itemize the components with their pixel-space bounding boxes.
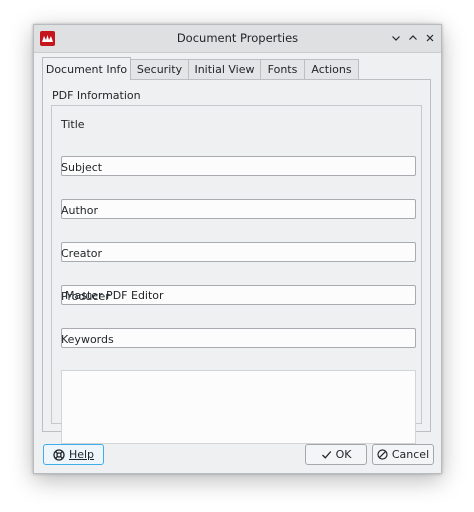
document-properties-dialog: Document Properties Document Info Securi…	[33, 24, 442, 474]
window-title: Document Properties	[176, 31, 299, 45]
keywords-label: Keywords	[61, 333, 114, 346]
cancel-button[interactable]: Cancel	[372, 444, 434, 465]
close-button[interactable]	[421, 29, 439, 47]
tab-label: Initial View	[194, 63, 255, 76]
title-field[interactable]	[61, 156, 416, 176]
subject-label: Subject	[61, 161, 103, 174]
chevron-down-icon	[392, 36, 400, 41]
cancel-icon	[377, 449, 388, 460]
tab-security[interactable]: Security	[130, 59, 189, 79]
producer-field[interactable]	[61, 328, 416, 348]
tab-label: Actions	[311, 63, 352, 76]
chevron-up-icon	[409, 35, 417, 40]
creator-label: Creator	[61, 247, 103, 260]
title-label: Title	[61, 118, 85, 131]
tab-fonts[interactable]: Fonts	[260, 59, 305, 79]
document-info-panel: PDF Information Title Subject Author Cre…	[42, 79, 431, 444]
minimize-button[interactable]	[387, 29, 405, 47]
keywords-textarea[interactable]	[61, 370, 416, 444]
author-label: Author	[61, 204, 99, 217]
maximize-button[interactable]	[404, 29, 422, 47]
tab-actions[interactable]: Actions	[304, 59, 359, 79]
cancel-label: Cancel	[391, 448, 430, 461]
close-icon	[426, 34, 434, 42]
group-title: PDF Information	[52, 89, 141, 102]
subject-field[interactable]	[61, 199, 416, 219]
creator-field[interactable]	[61, 285, 416, 305]
tab-label: Fonts	[267, 63, 298, 76]
help-label: Help	[68, 448, 95, 461]
producer-label: Producer	[61, 290, 110, 303]
help-button[interactable]: Help	[43, 444, 104, 465]
author-field[interactable]	[61, 242, 416, 262]
help-icon	[53, 448, 65, 461]
checkmark-icon	[321, 449, 332, 460]
tab-label: Security	[136, 63, 183, 76]
ok-button[interactable]: OK	[305, 444, 367, 465]
tab-label: Document Info	[45, 62, 128, 76]
tab-initial-view[interactable]: Initial View	[188, 59, 261, 79]
ok-label: OK	[335, 448, 352, 461]
tab-document-info[interactable]: Document Info	[42, 57, 131, 80]
title-bar[interactable]: Document Properties	[34, 25, 441, 53]
